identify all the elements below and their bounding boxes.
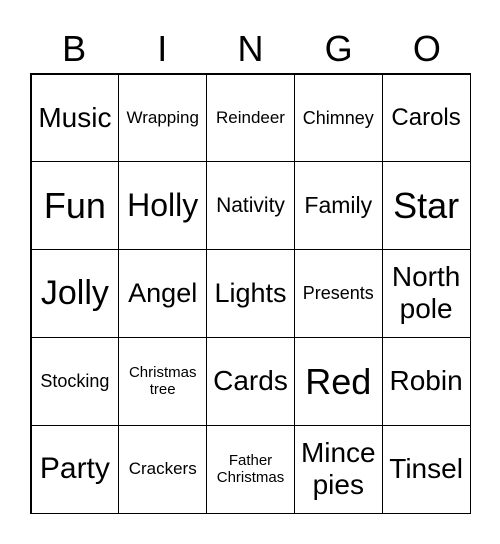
bingo-header: BINGO (30, 26, 471, 72)
bingo-cell[interactable]: Lights (206, 249, 295, 338)
bingo-cell[interactable]: Family (293, 161, 383, 251)
bingo-grid: Music Wrapping Reindeer Chimney Carols Fun Hol… (30, 73, 471, 514)
bingo-cell[interactable]: Reindeer (206, 73, 295, 163)
bingo-cell[interactable]: Cards (206, 336, 295, 426)
header-letter: N (237, 28, 264, 69)
bingo-cell[interactable]: Party (30, 424, 120, 514)
bingo-cell[interactable]: Angel (118, 249, 208, 338)
bingo-cell[interactable]: Christmas tree (118, 336, 208, 426)
bingo-cell[interactable]: Tinsel (381, 424, 471, 514)
bingo-cell[interactable]: Red (293, 336, 383, 426)
bingo-cell[interactable]: Holly (118, 161, 208, 251)
bingo-cell[interactable]: Presents (293, 249, 383, 338)
bingo-cell[interactable]: North pole (381, 249, 471, 338)
bingo-cell[interactable]: Father Christmas (206, 424, 295, 514)
bingo-cell[interactable]: Chimney (293, 73, 383, 163)
bingo-cell[interactable]: Music (30, 73, 120, 163)
bingo-cell[interactable]: Nativity (206, 161, 295, 251)
bingo-cell[interactable]: Wrapping (118, 73, 208, 163)
bingo-cell[interactable]: Robin (381, 336, 471, 426)
bingo-cell[interactable]: Carols (381, 73, 471, 163)
header-letter: O (412, 28, 441, 69)
bingo-cell[interactable]: Fun (30, 161, 120, 251)
header-letter: G (324, 28, 353, 69)
bingo-cell[interactable]: Star (381, 161, 471, 251)
header-letter: B (62, 28, 87, 69)
bingo-cell[interactable]: Crackers (118, 424, 208, 514)
bingo-cell[interactable]: Stocking (30, 336, 120, 426)
bingo-cell[interactable]: Jolly (30, 249, 120, 338)
bingo-cell[interactable]: Mince pies (293, 424, 383, 514)
header-letter: I (157, 28, 168, 69)
